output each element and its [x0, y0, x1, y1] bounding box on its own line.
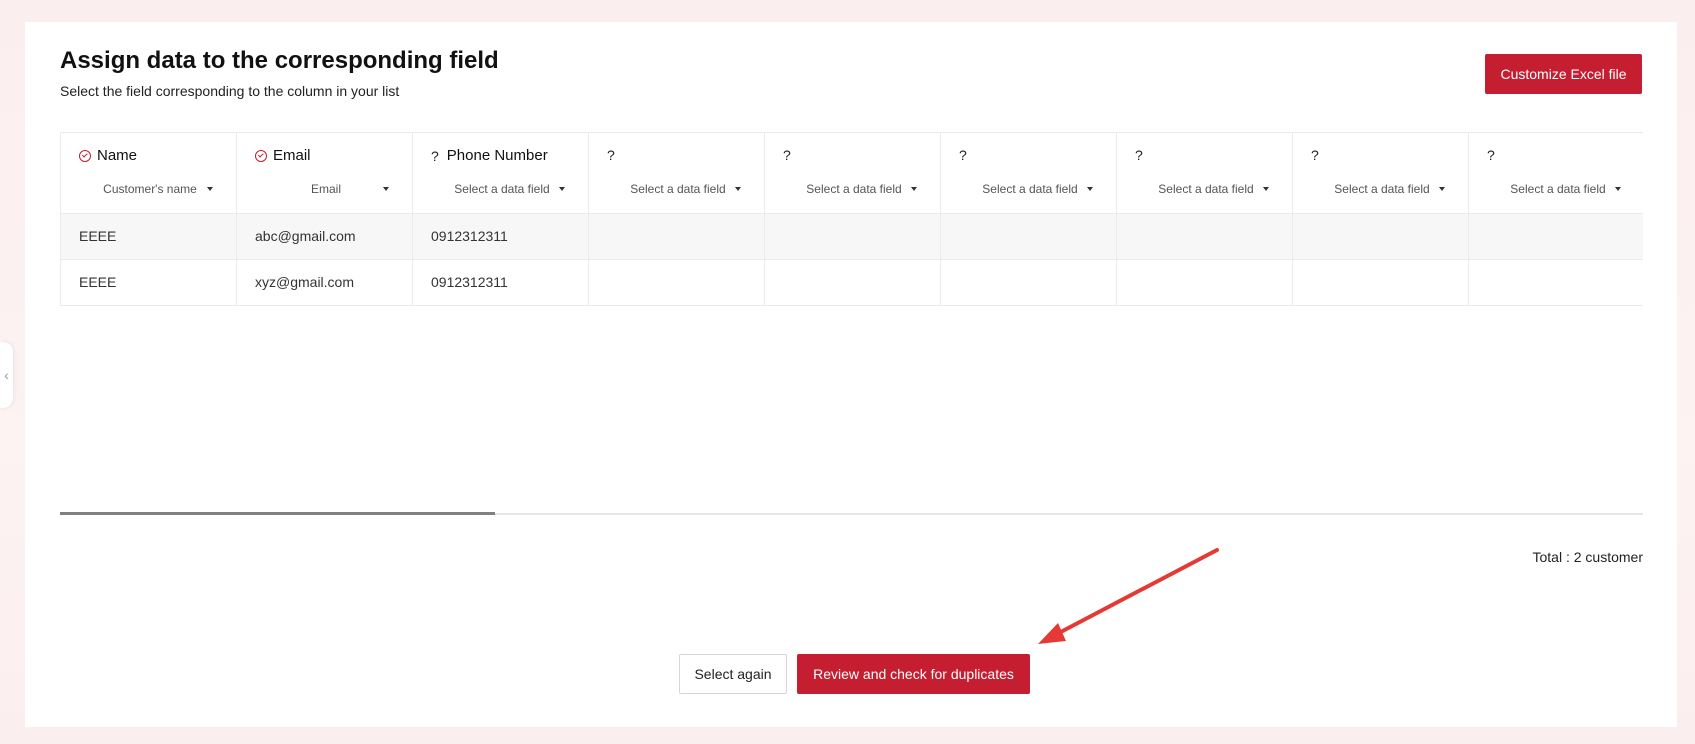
customize-excel-button[interactable]: Customize Excel file	[1485, 54, 1642, 94]
caret-down-icon	[735, 187, 741, 191]
collapse-sidebar-handle[interactable]: ‹	[0, 342, 13, 408]
field-select-dropdown[interactable]: Email	[255, 177, 397, 201]
mapping-card: Assign data to the corresponding field S…	[25, 22, 1677, 727]
table-cell	[1116, 214, 1292, 260]
page-title: Assign data to the corresponding field	[60, 47, 499, 74]
column-title: ?	[783, 147, 799, 163]
column-title: ?	[607, 147, 623, 163]
table-cell	[588, 214, 764, 260]
field-select-dropdown[interactable]: Select a data field	[783, 177, 925, 201]
caret-down-icon	[1263, 187, 1269, 191]
column-header: Email Email	[236, 132, 412, 214]
table-row: EEEE abc@gmail.com 0912312311	[60, 214, 1643, 260]
column-title: Name	[79, 147, 137, 164]
question-mark-icon: ?	[431, 147, 439, 164]
field-select-dropdown[interactable]: Select a data field	[431, 177, 573, 201]
table-cell: xyz@gmail.com	[236, 260, 412, 306]
field-select-value: Select a data field	[454, 182, 550, 196]
table-cell: 0912312311	[412, 260, 588, 306]
column-header: ? Select a data field	[588, 132, 764, 214]
table-cell	[764, 260, 940, 306]
field-select-value: Select a data field	[1510, 182, 1606, 196]
caret-down-icon	[1439, 187, 1445, 191]
table-cell	[1116, 260, 1292, 306]
check-circle-icon	[79, 149, 91, 162]
cell-value: xyz@gmail.com	[255, 274, 355, 290]
question-mark-icon: ?	[783, 147, 791, 163]
field-select-dropdown[interactable]: Customer's name	[79, 177, 221, 201]
caret-down-icon	[1615, 187, 1621, 191]
caret-down-icon	[1087, 187, 1093, 191]
table-cell	[1468, 214, 1643, 260]
table-header-row: Name Customer's name Email Email? Phone Numb…	[60, 132, 1643, 214]
page-subtitle: Select the field corresponding to the co…	[60, 83, 400, 99]
column-title: Email	[255, 147, 311, 164]
column-title: ?	[1311, 147, 1327, 163]
question-mark-icon: ?	[1311, 147, 1319, 163]
horizontal-scrollbar-thumb[interactable]	[60, 512, 495, 515]
column-label: Email	[273, 147, 311, 164]
field-select-value: Select a data field	[982, 182, 1078, 196]
table-row: EEEE xyz@gmail.com 0912312311	[60, 260, 1643, 306]
column-header: ? Select a data field	[1116, 132, 1292, 214]
field-select-value: Select a data field	[1158, 182, 1254, 196]
table-cell: 0912312311	[412, 214, 588, 260]
table-cell	[1292, 260, 1468, 306]
table-cell	[940, 214, 1116, 260]
table-cell: EEEE	[60, 214, 236, 260]
column-title: ?	[1135, 147, 1151, 163]
column-header: ? Select a data field	[764, 132, 940, 214]
question-mark-icon: ?	[959, 147, 967, 163]
check-circle-icon	[255, 149, 267, 162]
select-again-button[interactable]: Select again	[679, 654, 787, 694]
review-duplicates-button[interactable]: Review and check for duplicates	[797, 654, 1030, 694]
column-title: ?	[1487, 147, 1503, 163]
field-select-dropdown[interactable]: Select a data field	[1311, 177, 1453, 201]
caret-down-icon	[207, 187, 213, 191]
table-cell	[940, 260, 1116, 306]
total-count: Total : 2 customer	[1532, 549, 1644, 565]
question-mark-icon: ?	[607, 147, 615, 163]
question-mark-icon: ?	[1487, 147, 1495, 163]
column-header: ? Select a data field	[1468, 132, 1643, 214]
column-label: Phone Number	[446, 147, 548, 164]
cell-value: abc@gmail.com	[255, 228, 356, 244]
field-select-value: Select a data field	[806, 182, 902, 196]
table-cell	[1468, 260, 1643, 306]
table-cell: abc@gmail.com	[236, 214, 412, 260]
cell-value: EEEE	[79, 228, 117, 244]
column-label: Name	[97, 147, 138, 164]
column-title: ? Phone Number	[431, 147, 548, 164]
column-header: ? Phone Number Select a data field	[412, 132, 588, 214]
mapping-table: Name Customer's name Email Email? Phone Numb…	[60, 132, 1643, 532]
chevron-left-icon: ‹	[4, 367, 9, 383]
table-cell: EEEE	[60, 260, 236, 306]
table-cell	[764, 214, 940, 260]
mapping-grid: Name Customer's name Email Email? Phone Numb…	[60, 132, 1643, 306]
table-cell	[1292, 214, 1468, 260]
cell-value: 0912312311	[431, 228, 508, 244]
field-select-value: Email	[310, 182, 341, 196]
caret-down-icon	[559, 187, 565, 191]
cell-value: EEEE	[79, 274, 117, 290]
field-select-dropdown[interactable]: Select a data field	[959, 177, 1101, 201]
column-title: ?	[959, 147, 975, 163]
field-select-dropdown[interactable]: Select a data field	[607, 177, 749, 201]
column-header: ? Select a data field	[940, 132, 1116, 214]
field-select-value: Select a data field	[1334, 182, 1430, 196]
cell-value: 0912312311	[431, 274, 508, 290]
field-select-dropdown[interactable]: Select a data field	[1135, 177, 1277, 201]
column-header: Name Customer's name	[60, 132, 236, 214]
table-cell	[588, 260, 764, 306]
caret-down-icon	[383, 187, 389, 191]
field-select-value: Select a data field	[630, 182, 726, 196]
caret-down-icon	[911, 187, 917, 191]
column-header: ? Select a data field	[1292, 132, 1468, 214]
field-select-value: Customer's name	[103, 182, 197, 196]
question-mark-icon: ?	[1135, 147, 1143, 163]
field-select-dropdown[interactable]: Select a data field	[1487, 177, 1629, 201]
